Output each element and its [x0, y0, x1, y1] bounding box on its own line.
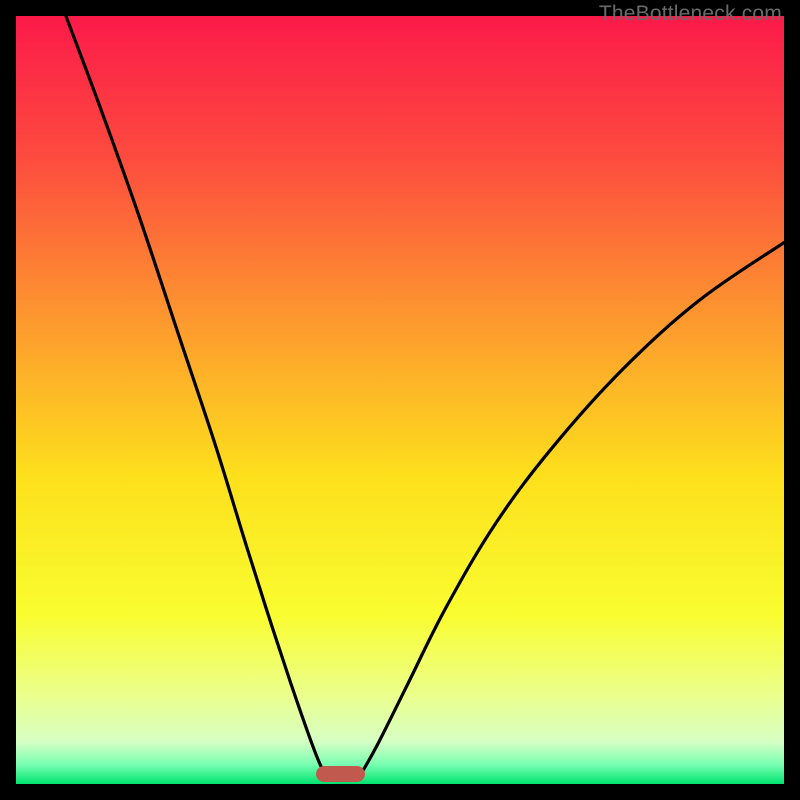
curves-layer [16, 16, 784, 784]
plot-frame [16, 16, 784, 784]
left-curve [66, 16, 327, 779]
watermark-text: TheBottleneck.com [599, 2, 782, 26]
optimal-marker [316, 766, 366, 781]
right-curve [358, 243, 784, 780]
